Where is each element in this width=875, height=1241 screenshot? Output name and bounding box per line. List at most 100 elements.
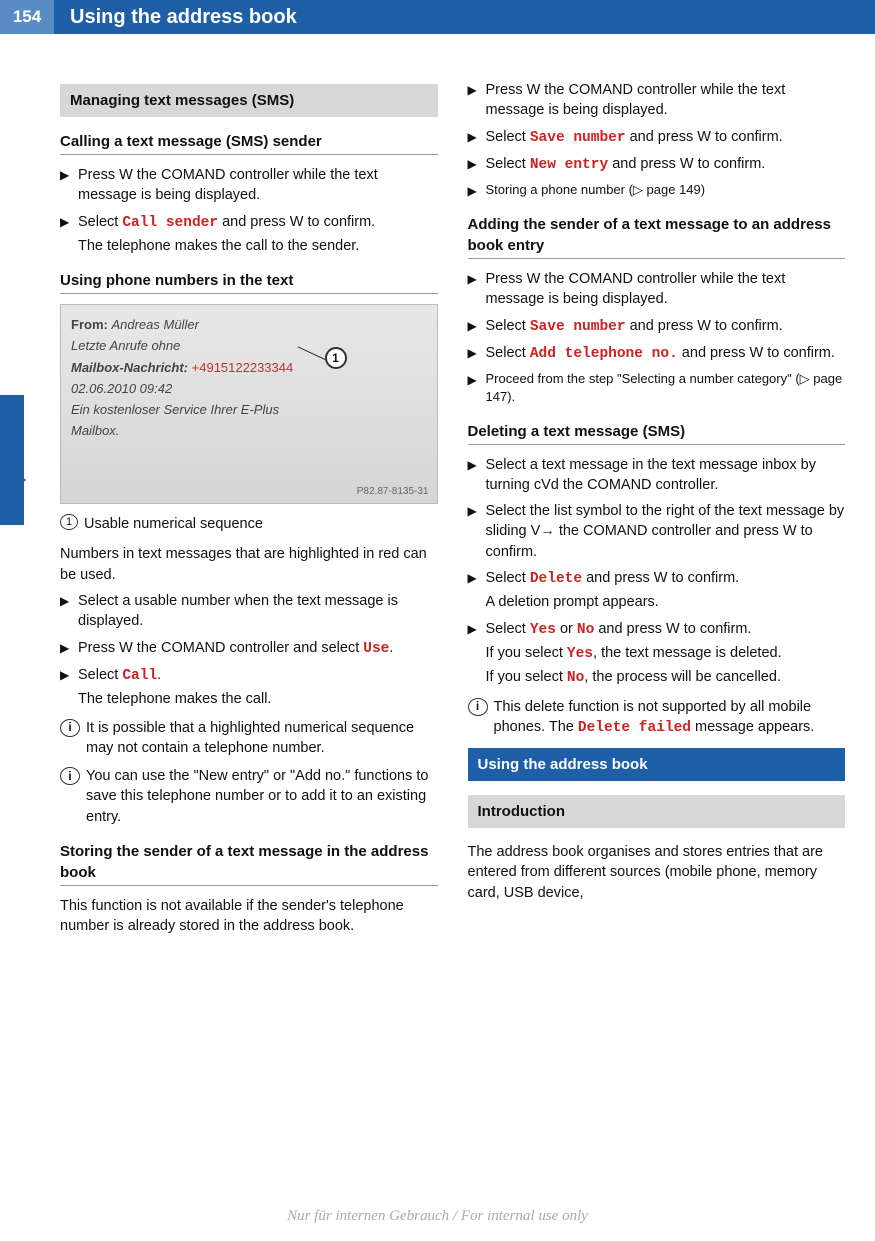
text-fragment: and press W to confirm.: [594, 621, 751, 637]
subheading: Deleting a text message (SMS): [468, 421, 846, 445]
subheading: Calling a text message (SMS) sender: [60, 131, 438, 155]
step-text: Select Call. The telephone makes the cal…: [78, 665, 438, 710]
info-icon: i: [60, 767, 80, 785]
ui-term: Delete failed: [578, 720, 691, 736]
caption: 1 Usable numerical sequence: [60, 514, 438, 534]
text-fragment: .: [389, 640, 393, 656]
step-marker-icon: ▶: [468, 568, 486, 613]
info-icon: i: [60, 719, 80, 737]
step-marker-icon: ▶: [60, 638, 78, 659]
step-marker-icon: ▶: [60, 665, 78, 710]
img-line: Ein kostenloser Service Ihrer E-Plus: [71, 402, 279, 417]
footer-watermark: Nur für internen Gebrauch / For internal…: [0, 1206, 875, 1227]
step-marker-icon: ▶: [468, 619, 486, 689]
step-marker-icon: ▶: [60, 165, 78, 206]
step-text: Proceed from the step "Selecting a numbe…: [486, 370, 846, 406]
note-text: You can use the "New entry" or "Add no."…: [86, 766, 438, 827]
step-marker-icon: ▶: [468, 181, 486, 200]
img-line-label: Mailbox-Nachricht:: [71, 360, 188, 375]
step-text: Select Delete and press W to confirm. A …: [486, 568, 846, 613]
note-text: It is possible that a highlighted numeri…: [86, 718, 438, 759]
text-fragment: Select: [486, 318, 530, 334]
image-reference-id: P82.87-8135-31: [357, 485, 429, 499]
step-marker-icon: ▶: [468, 269, 486, 310]
text-fragment: message appears.: [691, 719, 814, 735]
img-from-value: Andreas Müller: [111, 317, 198, 332]
step-text: Select Save number and press W to confir…: [486, 127, 846, 148]
sms-screenshot: From: Andreas Müller Letzte Anrufe ohne …: [60, 304, 438, 504]
step-marker-icon: ▶: [60, 591, 78, 632]
step: ▶ Press W the COMAND controller while th…: [468, 269, 846, 310]
step-text: Storing a phone number (▷ page 149): [486, 181, 846, 200]
text-fragment: Select: [78, 214, 122, 230]
step-text: Select the list symbol to the right of t…: [486, 501, 846, 562]
img-phone-number: +4915122233344: [192, 360, 294, 375]
ui-term: Call sender: [122, 215, 218, 231]
step: ▶ Press W the COMAND controller while th…: [468, 80, 846, 121]
step-text: Select New entry and press W to confirm.: [486, 154, 846, 175]
step: ▶ Proceed from the step "Selecting a num…: [468, 370, 846, 406]
ui-term: No: [577, 622, 594, 638]
body-text: This function is not available if the se…: [60, 896, 438, 937]
step-marker-icon: ▶: [468, 455, 486, 496]
text-fragment: Select: [486, 156, 530, 172]
info-icon: i: [468, 698, 488, 716]
step-text: Select Call sender and press W to confir…: [78, 212, 438, 257]
side-tab-label: Telephone: [5, 431, 29, 515]
page-title: Using the address book: [70, 3, 297, 31]
step-text: Press W the COMAND controller while the …: [78, 165, 438, 206]
ui-term: Yes: [567, 646, 593, 662]
ui-term: Call: [122, 668, 157, 684]
ui-term: Add telephone no.: [530, 346, 678, 362]
subheading: Using phone numbers in the text: [60, 270, 438, 294]
info-note: i You can use the "New entry" or "Add no…: [60, 766, 438, 827]
info-note: i It is possible that a highlighted nume…: [60, 718, 438, 759]
text-fragment: and press W to confirm.: [582, 570, 739, 586]
step: ▶ Select a text message in the text mess…: [468, 455, 846, 496]
ui-term: Save number: [530, 130, 626, 146]
step: ▶ Select a usable number when the text m…: [60, 591, 438, 632]
step: ▶ Storing a phone number (▷ page 149): [468, 181, 846, 200]
text-fragment: and press W to confirm.: [608, 156, 765, 172]
step-marker-icon: ▶: [60, 212, 78, 257]
step-marker-icon: ▶: [468, 316, 486, 337]
caption-text: Usable numerical sequence: [84, 514, 263, 534]
page-header: 154 Using the address book: [0, 0, 875, 34]
step-text: Select Add telephone no. and press W to …: [486, 343, 846, 364]
step-marker-icon: ▶: [468, 80, 486, 121]
info-note: i This delete function is not supported …: [468, 697, 846, 739]
text-fragment: Select: [486, 129, 530, 145]
step: ▶ Select Call sender and press W to conf…: [60, 212, 438, 257]
step-text: Select Yes or No and press W to confirm.…: [486, 619, 846, 689]
img-line: Mailbox.: [71, 423, 119, 438]
section-heading-primary: Using the address book: [468, 748, 846, 781]
step-marker-icon: ▶: [468, 370, 486, 406]
result-text: A deletion prompt appears.: [486, 592, 846, 612]
subheading: Storing the sender of a text message in …: [60, 841, 438, 886]
text-fragment: and press W to confirm.: [626, 129, 783, 145]
result-text: If you select Yes, the text message is d…: [486, 643, 846, 664]
step-text: Select Save number and press W to confir…: [486, 316, 846, 337]
text-fragment: Select: [78, 667, 122, 683]
step-marker-icon: ▶: [468, 501, 486, 562]
body-text: Numbers in text messages that are highli…: [60, 544, 438, 585]
page-number: 154: [0, 0, 54, 34]
text-fragment: and press W to confirm.: [218, 214, 375, 230]
step: ▶ Select Save number and press W to conf…: [468, 127, 846, 148]
caption-number-icon: 1: [60, 514, 78, 530]
section-heading: Introduction: [468, 795, 846, 828]
right-column: ▶ Press W the COMAND controller while th…: [468, 74, 846, 943]
text-fragment: Select: [486, 345, 530, 361]
ui-term: Save number: [530, 319, 626, 335]
step-text: Press W the COMAND controller while the …: [486, 269, 846, 310]
text-fragment: and press W to confirm.: [626, 318, 783, 334]
step: ▶ Select Delete and press W to confirm. …: [468, 568, 846, 613]
step: ▶ Select Call. The telephone makes the c…: [60, 665, 438, 710]
text-fragment: and press W to confirm.: [678, 345, 835, 361]
left-column: Managing text messages (SMS) Calling a t…: [60, 74, 438, 943]
step-marker-icon: ▶: [468, 154, 486, 175]
step-marker-icon: ▶: [468, 127, 486, 148]
step-text: Select a usable number when the text mes…: [78, 591, 438, 632]
step-text: Press W the COMAND controller while the …: [486, 80, 846, 121]
text-fragment: Select: [486, 570, 530, 586]
